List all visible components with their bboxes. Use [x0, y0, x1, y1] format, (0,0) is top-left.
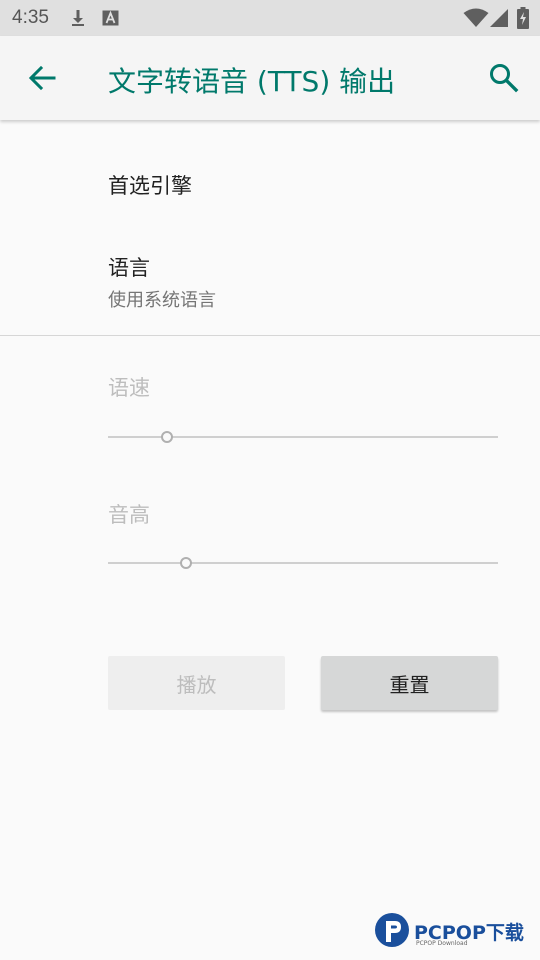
preference-engine-title: 首选引擎 — [108, 174, 192, 198]
reset-button[interactable]: 重置 — [321, 656, 498, 710]
watermark-subtitle: PCPOP Download — [416, 940, 468, 947]
preference-language[interactable]: 语言 使用系统语言 — [108, 252, 216, 312]
status-time: 4:35 — [12, 7, 49, 28]
preference-language-summary: 使用系统语言 — [108, 290, 216, 311]
app-bar: 文字转语音 (TTS) 输出 — [0, 36, 540, 120]
preference-engine[interactable]: 首选引擎 — [108, 170, 192, 200]
pcpop-logo-icon — [375, 913, 409, 947]
status-bar: 4:35 — [0, 0, 540, 36]
pitch-track — [108, 562, 498, 564]
watermark: PCPOP下载 PCPOP Download — [372, 910, 540, 960]
page-title: 文字转语音 (TTS) 输出 — [108, 65, 396, 98]
a-notification-icon — [102, 10, 119, 26]
speech-rate-label: 语速 — [108, 376, 150, 400]
signal-icon — [490, 9, 508, 27]
pitch-thumb[interactable] — [180, 557, 192, 569]
back-arrow-icon[interactable] — [22, 58, 62, 98]
speech-rate-slider[interactable] — [108, 427, 498, 447]
pitch-label: 音高 — [108, 503, 150, 527]
speech-rate-thumb[interactable] — [160, 431, 173, 443]
search-icon[interactable] — [484, 58, 524, 98]
download-icon — [72, 10, 84, 26]
preference-language-title: 语言 — [108, 256, 150, 280]
play-button[interactable]: 播放 — [108, 656, 285, 710]
section-divider — [0, 335, 540, 336]
pitch-slider[interactable] — [108, 553, 498, 573]
wifi-icon — [463, 8, 489, 27]
battery-charging-icon — [517, 7, 529, 29]
